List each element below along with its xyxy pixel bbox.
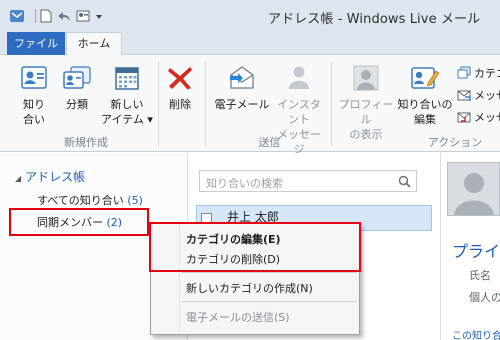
email-button[interactable]: 電子メール (213, 65, 271, 112)
edit-contact-icon (411, 67, 440, 89)
message-small-icon (457, 112, 471, 123)
email-envelope-icon (230, 66, 254, 89)
ribbon-divider (158, 61, 159, 147)
contact-avatar (447, 162, 500, 216)
title-bar: アドレス帳 - Windows Live メール (0, 0, 500, 32)
message-small-label-2: メッセ (474, 111, 500, 124)
message-small-button[interactable]: メッセ (457, 85, 500, 105)
category-small-button[interactable]: カテゴ (457, 63, 500, 83)
contact-card-icon (21, 66, 47, 89)
new-contact-label: 知り 合い (23, 98, 45, 126)
sidebar-item-all-contacts[interactable]: すべての知り合い (5) (37, 192, 143, 208)
window-title: アドレス帳 - Windows Live メール (268, 12, 481, 27)
sidebar-item-count: (5) (127, 194, 143, 207)
details-field-personal: 個人の (469, 291, 500, 304)
highlight-box-category (9, 208, 149, 236)
menu-item-new-category[interactable]: 新しいカテゴリの作成(N) (186, 280, 313, 296)
profile-picture-icon (353, 65, 379, 91)
category-small-label: カテゴ (474, 67, 500, 80)
details-field-name: 氏名 (469, 269, 491, 282)
search-input[interactable]: 知り合いの検索 (199, 170, 417, 192)
delete-button[interactable]: 削除 (163, 65, 197, 112)
messenger-buddy-icon (289, 66, 309, 89)
category-small-icon (457, 66, 471, 79)
sidebar-item-label: すべての知り合い (37, 194, 124, 207)
quick-access-toolbar (31, 9, 108, 23)
highlight-box-menu (149, 222, 361, 272)
sidebar-root-address-book[interactable]: ◢ アドレス帳 (15, 168, 85, 185)
ribbon-divider (205, 61, 206, 147)
category-button[interactable]: 分類 (60, 65, 94, 112)
edit-contact-button[interactable]: 知り合いの 編集 (396, 65, 454, 127)
view-profile-button[interactable]: プロフィール の表示 (336, 65, 396, 142)
new-contact-button[interactable]: 知り 合い (18, 65, 50, 127)
menu-separator (181, 301, 357, 302)
group-label-send: 送信 (258, 136, 281, 149)
ribbon-divider (331, 61, 332, 147)
ribbon-tab-bar: ファイル ホーム (0, 32, 500, 56)
group-label-action: アクション (427, 136, 483, 149)
new-item-button[interactable]: 新しい アイテム ▾ (101, 65, 153, 127)
menu-separator (181, 272, 357, 273)
expand-caret-icon[interactable]: ◢ (15, 174, 21, 183)
contact-card-small-icon[interactable] (76, 9, 90, 23)
group-label-new: 新規作成 (64, 136, 108, 149)
email-label: 電子メール (214, 98, 270, 111)
reply-icon[interactable] (57, 9, 71, 23)
details-heading: プライ (452, 242, 500, 261)
delete-x-icon (168, 67, 192, 90)
details-link[interactable]: この知り合 (452, 327, 500, 340)
windows-live-mail-icon[interactable] (9, 8, 25, 24)
search-placeholder: 知り合いの検索 (206, 177, 283, 190)
menu-item-send-email[interactable]: 電子メールの送信(S) (186, 309, 290, 325)
edit-contact-label: 知り合いの 編集 (397, 98, 453, 126)
view-profile-label: プロフィール の表示 (338, 98, 394, 141)
category-label: 分類 (66, 98, 88, 111)
message-small-icon (457, 90, 471, 101)
dropdown-arrow-icon[interactable] (95, 9, 103, 23)
category-cards-icon (63, 66, 91, 89)
new-document-icon[interactable] (40, 9, 52, 23)
tab-file[interactable]: ファイル (7, 32, 65, 55)
tab-home[interactable]: ホーム (66, 32, 122, 56)
calendar-icon (115, 67, 139, 90)
message-small-button-2[interactable]: メッセ (457, 107, 500, 127)
message-small-label: メッセ (474, 89, 500, 102)
ribbon: 知り 合い 分類 新しい アイテム ▾ 新規作成 削除 電子メール インスタント… (0, 55, 500, 156)
new-item-label: 新しい アイテム ▾ (101, 98, 153, 126)
person-silhouette-icon (454, 173, 494, 215)
delete-label: 削除 (169, 98, 191, 111)
search-icon[interactable] (398, 175, 411, 188)
toolbar-divider (35, 9, 36, 23)
sidebar-root-label: アドレス帳 (25, 170, 86, 184)
